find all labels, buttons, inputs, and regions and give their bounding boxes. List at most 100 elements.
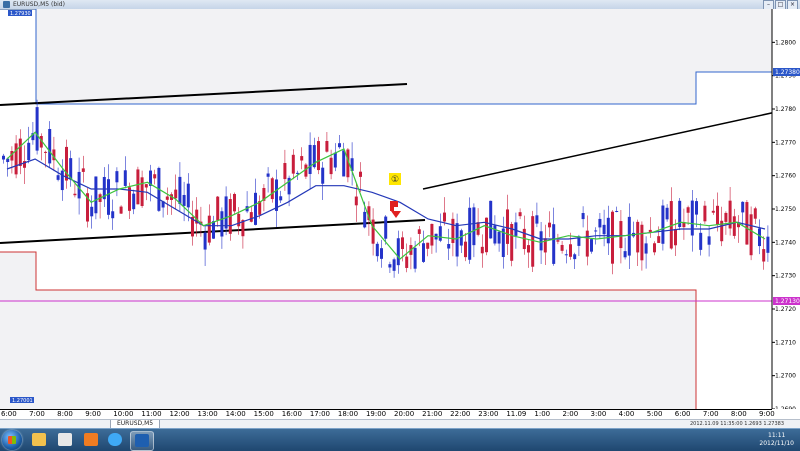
candle-body [758, 228, 761, 247]
price-tick-label: 1.2730 [775, 273, 796, 280]
candle-body [329, 157, 333, 175]
time-tick-label: 2:00 [562, 410, 579, 418]
price-tick-label: 1.2710 [775, 339, 796, 346]
candle-body [489, 200, 493, 239]
time-tick-label: 17:00 [309, 410, 330, 418]
candle-body [153, 174, 157, 179]
candle-body [165, 196, 169, 200]
price-chart[interactable]: ① 1.28001.27901.27801.27701.27601.27501.… [0, 9, 800, 409]
candle-body [405, 256, 409, 268]
candle-body [514, 222, 518, 236]
candle-body [401, 237, 404, 250]
candle-body [296, 172, 299, 174]
zone-top-label: 1.27930 [10, 11, 31, 17]
candle-body [464, 241, 467, 258]
taskbar-trading-app[interactable] [130, 431, 154, 451]
price-tick-label: 1.2780 [775, 106, 796, 113]
candle-body [342, 150, 346, 177]
taskbar-explorer[interactable] [28, 431, 50, 449]
candle-body [363, 211, 367, 228]
candle-body [699, 232, 703, 250]
candle-body [48, 128, 52, 164]
candle-body [527, 245, 530, 253]
candle-body [665, 207, 669, 220]
candle-body [762, 249, 766, 262]
candle-body [35, 107, 39, 151]
candle-body [766, 236, 770, 253]
price-tick-label: 1.2740 [775, 239, 796, 246]
candle-body [653, 243, 656, 253]
taskbar-office[interactable] [80, 431, 102, 449]
candle-body [111, 211, 115, 219]
candle-body [732, 216, 736, 236]
candle-body [711, 210, 715, 213]
candle-body [690, 200, 694, 236]
candle-body [27, 142, 31, 161]
candle-body [548, 222, 551, 228]
candle-body [216, 196, 220, 221]
candle-body [174, 189, 178, 199]
candle-body [413, 247, 417, 269]
candle-body [283, 163, 287, 180]
annotation-marker: ① [391, 175, 399, 185]
candle-body [380, 248, 383, 259]
taskbar-media[interactable] [54, 431, 76, 449]
candle-body [224, 196, 228, 229]
candle-body [703, 205, 707, 222]
candle-body [300, 156, 304, 161]
level-price-label: 1.27130 [775, 298, 800, 305]
time-tick-label: 18:00 [337, 410, 359, 418]
candle-body [623, 251, 627, 258]
clock-date: 2012/11/10 [759, 440, 794, 447]
candle-body [18, 138, 22, 167]
sell-arrow-icon[interactable] [390, 201, 401, 218]
candle-body [602, 224, 606, 235]
price-tick-label: 1.2770 [775, 139, 796, 146]
candle-body [417, 229, 421, 234]
candle-body [438, 226, 442, 241]
candle-body [657, 236, 661, 243]
candle-body [249, 212, 253, 222]
current-price-label: 1.27380 [775, 69, 800, 76]
candle-body [686, 207, 690, 213]
window-title: EURUSD,M5 (bid) [13, 1, 65, 8]
browser-icon [108, 433, 122, 446]
candle-body [384, 216, 388, 239]
time-tick-label: 3:00 [590, 410, 607, 418]
taskbar-ie[interactable] [104, 431, 126, 449]
trendline-right[interactable] [422, 111, 777, 190]
candle-body [640, 224, 644, 261]
time-tick-label: 7:00 [29, 410, 45, 418]
candle-body [615, 210, 619, 212]
candle-body [136, 169, 140, 205]
candle-body [695, 201, 698, 215]
candle-body [275, 179, 278, 211]
start-button[interactable] [2, 430, 22, 450]
price-tick-label: 1.2720 [775, 306, 796, 313]
candle-body [493, 225, 497, 244]
time-tick-label: 4:00 [618, 410, 635, 418]
candle-body [459, 230, 463, 246]
price-tick-label: 1.2800 [775, 39, 796, 46]
time-tick-label: 20:00 [394, 410, 415, 418]
upper-zone-ext [696, 9, 772, 72]
candle-body [644, 243, 648, 254]
candle-body [338, 143, 341, 148]
candle-body [447, 243, 451, 249]
taskbar-clock[interactable]: 11:11 2012/11/10 [759, 432, 794, 448]
office-icon [84, 433, 98, 446]
candle-body [598, 218, 602, 228]
time-tick-label: 21:00 [422, 410, 443, 418]
candle-body [207, 215, 211, 243]
candle-body [178, 176, 182, 205]
candle-body [220, 211, 224, 237]
time-tick-label: 13:00 [197, 410, 218, 418]
candle-body [648, 229, 652, 232]
clock-time: 11:11 [768, 432, 786, 439]
candle-body [144, 184, 148, 188]
candle-body [506, 209, 509, 244]
candle-body [371, 219, 375, 244]
candle-body [77, 171, 81, 199]
candle-body [237, 213, 241, 227]
candle-body [636, 221, 640, 253]
